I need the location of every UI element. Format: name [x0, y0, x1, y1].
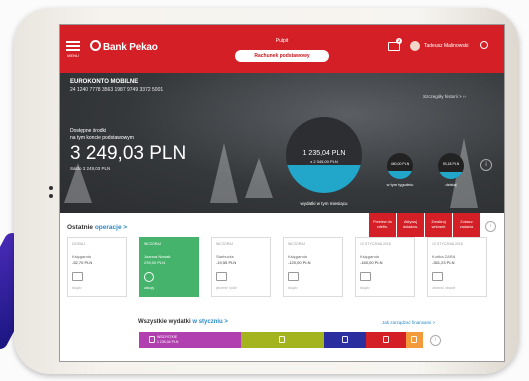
recent-operations-title: Ostatnie operacje >	[67, 224, 127, 231]
saldo: Saldo 3 249,03 PLN	[70, 166, 111, 171]
available-balance: 3 249,03 PLN	[70, 143, 187, 164]
expense-total: WSZYSTKIE 1 235,04 PLN	[157, 335, 178, 345]
operation-name: Księgarnia	[72, 254, 91, 259]
spending-fill	[387, 171, 413, 179]
operation-name: Księgarnia	[360, 254, 379, 259]
tree-decoration	[245, 158, 273, 198]
incoming-icon	[144, 272, 154, 282]
account-select-button[interactable]: Rachunek podstawowy	[235, 50, 329, 62]
shirt-icon	[341, 336, 348, 343]
operation-card[interactable]: 12 STYCZNIA 2018 Kurtka ZARA -351,23 PLN…	[427, 237, 487, 297]
operation-card[interactable]: 12 STYCZNIA 2018 Księgarnia -160,00 PLN …	[355, 237, 415, 297]
spending-fill	[286, 165, 362, 193]
expense-segment[interactable]	[241, 332, 324, 348]
book-icon	[360, 272, 371, 281]
tasks-button[interactable]: Zobacz zadania	[453, 213, 480, 237]
card-icon	[383, 336, 390, 343]
operation-category: ubrania i obuwie	[432, 286, 456, 290]
operation-amount: -120,00 PLN	[288, 260, 311, 265]
account-number: 24 1240 7778 3563 1987 9749 3372 5001	[70, 87, 164, 93]
music-icon	[279, 336, 286, 343]
menu-label: MENU	[67, 53, 79, 58]
top-bar: MENU Bank Pekao Pulpit Rachunek podstawo…	[60, 25, 504, 73]
available-label-line: Dostępne środki	[70, 128, 107, 134]
expense-category-bar: WSZYSTKIE 1 235,04 PLN	[139, 332, 423, 348]
topup-button[interactable]: Aktywuj doładow.	[397, 213, 424, 237]
daily-spending-label: dzisiaj	[445, 182, 457, 187]
expenses-title: Wszystkie wydatki w styczniu >	[138, 319, 228, 325]
operation-date: WCZORAJ	[216, 242, 234, 246]
operation-amount: -351,23 PLN	[432, 260, 455, 265]
gift-icon	[411, 336, 418, 343]
info-icon[interactable]: i	[480, 159, 492, 171]
monthly-spending-chart[interactable]: 1 235,04 PLN z 2 345,00 PLN	[286, 117, 362, 193]
operation-card[interactable]: DZISIAJ Księgarnia -52,70 PLN książki	[67, 237, 127, 297]
expense-segment[interactable]	[405, 332, 423, 348]
user-name[interactable]: Tadeusz Malinowski	[424, 43, 468, 49]
operations-link[interactable]: operacje >	[95, 224, 127, 231]
home-dot	[49, 186, 53, 190]
available-label: Dostępne środki na tym koncie podstawowy…	[70, 128, 134, 142]
card-icon	[149, 336, 155, 343]
transfer-button[interactable]: Przelew do zdefin.	[369, 213, 396, 237]
operation-category: książki	[72, 286, 82, 290]
shirt-icon	[432, 272, 443, 281]
finance-link[interactable]: Jak zarządzać finansami >	[382, 320, 435, 325]
info-icon[interactable]: i	[485, 221, 496, 232]
operation-date: WCZORAJ	[144, 242, 162, 246]
account-summary: EUROKONTO MOBILNE 24 1240 7778 3563 1987…	[60, 73, 504, 237]
operation-name: Kurtka ZARA	[432, 254, 456, 259]
spending-fill	[438, 172, 464, 179]
operation-name: Starbucks	[216, 254, 234, 259]
operation-card[interactable]: WCZORAJ Starbucks -19,55 PLN jedzenie i …	[211, 237, 271, 297]
operation-category: jedzenie i picie	[216, 286, 237, 290]
section-title: Wszystkie wydatki	[138, 319, 191, 325]
book-icon	[288, 272, 299, 281]
cup-icon	[216, 272, 227, 281]
operation-card[interactable]: WCZORAJ Joanna Nowak 239,00 PLN zakupy	[139, 237, 199, 297]
operation-name: Księgarnia	[288, 254, 307, 259]
operation-date: WCZORAJ	[288, 242, 306, 246]
monthly-spending-amount: 1 235,04 PLN	[302, 150, 346, 157]
weekly-spending-label: w tym tygodniu	[386, 182, 414, 187]
app-screen: MENU Bank Pekao Pulpit Rachunek podstawo…	[59, 24, 505, 362]
available-label-line: na tym koncie podstawowym	[70, 135, 134, 141]
logout-icon[interactable]	[480, 41, 488, 49]
operation-category: książki	[360, 286, 370, 290]
expense-segment[interactable]: WSZYSTKIE 1 235,04 PLN	[139, 332, 242, 348]
operation-amount: -19,55 PLN	[216, 260, 237, 265]
operation-date: 12 STYCZNIA 2018	[360, 242, 391, 246]
operation-amount: -52,70 PLN	[72, 260, 93, 265]
hamburger-icon	[66, 45, 80, 47]
month-link[interactable]: w styczniu >	[192, 319, 228, 325]
operation-amount: 239,00 PLN	[144, 260, 166, 265]
operation-name: Joanna Nowak	[144, 254, 171, 259]
tree-decoration	[210, 143, 238, 203]
operation-date: 12 STYCZNIA 2018	[432, 242, 463, 246]
operation-amount: -160,00 PLN	[360, 260, 383, 265]
avatar[interactable]	[410, 41, 420, 51]
operation-card[interactable]: WCZORAJ Księgarnia -120,00 PLN książki	[283, 237, 343, 297]
monthly-limit: z 2 345,00 PLN	[310, 159, 338, 164]
history-link[interactable]: Szczegóły historii > ››	[423, 94, 466, 99]
weekly-spending-chart[interactable]: 460,00 PLN	[387, 153, 413, 179]
weekly-spending-amount: 460,00 PLN	[390, 162, 410, 166]
info-icon[interactable]: i	[430, 335, 441, 346]
section-title: Ostatnie	[67, 224, 94, 231]
operation-category: zakupy	[144, 286, 155, 290]
operation-category: książki	[288, 286, 298, 290]
expense-segment[interactable]	[323, 332, 367, 348]
expense-segment[interactable]	[366, 332, 406, 348]
operation-date: DZISIAJ	[72, 242, 86, 246]
notification-badge: 2	[396, 38, 402, 44]
book-icon	[72, 272, 83, 281]
account-name: EUROKONTO MOBILNE	[70, 79, 139, 85]
application-button[interactable]: Zrealizuj wniosek	[425, 213, 452, 237]
home-dot	[49, 194, 53, 198]
expense-total-amount: 1 235,04 PLN	[157, 340, 179, 344]
daily-spending-amount: 93,18 PLN	[442, 162, 460, 166]
monthly-spending-label: wydatki w tym miesiącu	[300, 201, 348, 206]
daily-spending-chart[interactable]: 93,18 PLN	[438, 153, 464, 179]
hamburger-icon	[66, 49, 80, 51]
